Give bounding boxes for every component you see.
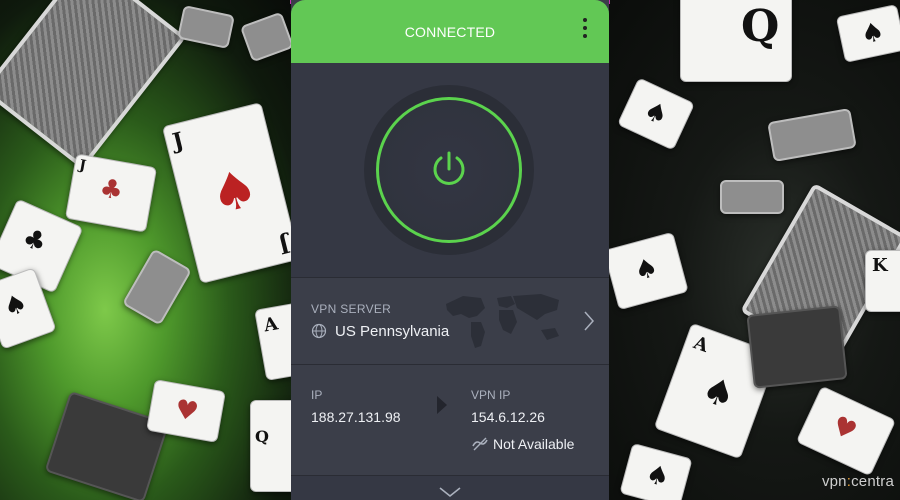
playing-card: ♥ [795, 385, 897, 477]
ip-label: IP [311, 388, 323, 402]
power-button-halo [364, 85, 534, 255]
vpn-app-window: CONNECTED VPN SERVER US Pennsylvania IP … [291, 0, 609, 500]
watermark-prefix: vpn [821, 473, 847, 490]
playing-card: ♠ [835, 4, 900, 63]
card-back [746, 305, 848, 389]
vpn-server-label: VPN SERVER [311, 302, 392, 316]
playing-card: ♠ [619, 442, 693, 500]
arrow-right-icon [437, 396, 447, 414]
chevron-down-icon[interactable] [438, 486, 462, 498]
card-back [239, 11, 295, 63]
ipv6-unavailable-icon [472, 437, 488, 451]
playing-card-jack: J ♠ J [161, 102, 300, 284]
card-back [121, 248, 193, 326]
vpn-ip-label: VPN IP [471, 388, 511, 402]
card-back [767, 108, 857, 162]
power-area [291, 63, 609, 277]
vpn-ip-address: 154.6.12.26 [471, 409, 545, 425]
background-left-cards: J ♠ J J ♣ ♣ ♠ A ♥ Q [0, 0, 300, 500]
playing-card: ♠ [616, 77, 696, 151]
watermark-logo: vpn:centra [822, 473, 894, 490]
playing-card: ♠ [603, 231, 689, 311]
card-back [0, 0, 187, 170]
vpn-server-selector[interactable]: VPN SERVER US Pennsylvania [291, 278, 609, 364]
chevron-right-icon [584, 311, 595, 331]
world-map-icon [446, 294, 559, 348]
ip-info-section: IP 188.27.131.98 VPN IP 154.6.12.26 Not … [291, 365, 609, 475]
background-right-cards: Q ♠ ♠ K ♠ A ♠ ♥ ♠ [600, 0, 900, 500]
ip-address: 188.27.131.98 [311, 409, 401, 425]
connection-status: CONNECTED [404, 24, 496, 40]
vpn-server-location: US Pennsylvania [335, 323, 450, 340]
ipv6-status: Not Available [493, 436, 575, 452]
bottom-bar [291, 476, 609, 500]
power-icon [433, 151, 465, 185]
card-back [720, 180, 784, 214]
connection-header: CONNECTED [291, 0, 609, 63]
playing-card-king: K [865, 250, 900, 312]
playing-card-queen: Q [680, 0, 792, 82]
globe-icon [311, 323, 327, 339]
power-button[interactable] [376, 97, 522, 243]
card-back [177, 4, 235, 50]
playing-card-jack: J ♣ [64, 153, 158, 233]
kebab-menu-icon[interactable] [579, 18, 591, 44]
watermark-suffix: centra [851, 473, 894, 490]
